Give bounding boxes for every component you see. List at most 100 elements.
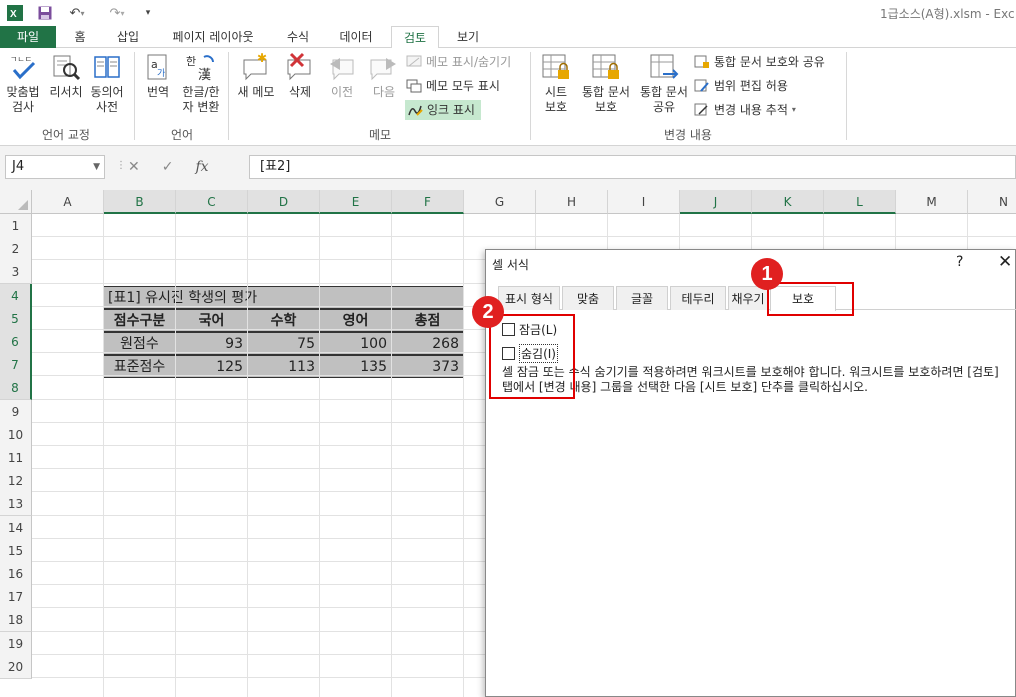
tab-view[interactable]: 보기 [448, 26, 488, 48]
column-header-f[interactable]: F [392, 190, 464, 214]
protect-and-share-button[interactable]: 통합 문서 보호와 공유 [694, 52, 825, 72]
allow-edit-ranges-button[interactable]: 범위 편집 허용 [694, 76, 788, 96]
enter-icon[interactable]: ✓ [162, 159, 174, 175]
tab-home[interactable]: 홈 [66, 26, 94, 48]
translate-button[interactable]: a가 번역 [140, 52, 176, 100]
svg-text:✱: ✱ [257, 52, 267, 65]
row-header-20[interactable]: 20 [0, 654, 32, 679]
row-header-4[interactable]: 4 [0, 283, 32, 308]
name-box[interactable]: J4 ▼ [5, 155, 105, 179]
row-header-18[interactable]: 18 [0, 608, 32, 633]
row-header-2[interactable]: 2 [0, 237, 32, 262]
close-icon[interactable]: ✕ [998, 252, 1012, 272]
tab-number[interactable]: 표시 형식 [498, 286, 560, 310]
group-label-proofing: 언어 교정 [42, 128, 90, 142]
show-all-comments-button[interactable]: 메모 모두 표시 [406, 76, 500, 96]
chevron-down-icon[interactable]: ▼ [93, 156, 100, 178]
title-bar: X ↶ ▾ ↷ ▾ ▾ 1급소스(A형).xlsm - Exc [0, 0, 1016, 26]
row-header-11[interactable]: 11 [0, 446, 32, 470]
column-header-c[interactable]: C [176, 190, 248, 214]
show-all-comments-icon [406, 79, 422, 93]
column-header-h[interactable]: H [536, 190, 608, 214]
group-label-language: 언어 [170, 128, 194, 142]
column-header-m[interactable]: M [896, 190, 968, 214]
protect-sheet-button[interactable]: 시트 보호 [536, 52, 576, 115]
spelling-button[interactable]: ㄱㄴㄷ 맞춤법 검사 [2, 52, 44, 115]
customize-qat-icon[interactable]: ▾ [142, 4, 154, 22]
new-comment-icon: ✱ [243, 52, 267, 81]
excel-logo-icon: X [6, 4, 24, 22]
share-workbook-button[interactable]: 통합 문서 공유 [636, 52, 692, 115]
protect-workbook-button[interactable]: 통합 문서 보호 [578, 52, 634, 115]
row-header-19[interactable]: 19 [0, 631, 32, 656]
row-header-3[interactable]: 3 [0, 260, 32, 285]
row-header-9[interactable]: 9 [0, 399, 32, 424]
cancel-icon[interactable]: ✕ [128, 159, 140, 175]
save-icon[interactable] [36, 4, 54, 22]
tab-data[interactable]: 데이터 [330, 26, 382, 48]
column-header-k[interactable]: K [752, 190, 824, 214]
gridline-vertical [463, 214, 464, 697]
formula-bar: J4 ▼ ⋮ ✕ ✓ fx [표2] [0, 146, 1016, 190]
next-comment-button[interactable]: 다음 [366, 52, 402, 100]
row-header-10[interactable]: 10 [0, 422, 32, 447]
tab-alignment[interactable]: 맞춤 [562, 286, 614, 310]
undo-icon[interactable]: ↶ ▾ [64, 4, 90, 22]
show-hide-comment-button[interactable]: 메모 표시/숨기기 [406, 52, 511, 72]
protection-note: 셀 잠금 또는 수식 숨기기를 적용하려면 워크시트를 보호해야 합니다. 워크… [502, 365, 999, 394]
hangul-hanja-button[interactable]: 한漢 한글/한 자 변환 [178, 52, 224, 115]
tab-insert[interactable]: 삽입 [108, 26, 148, 48]
row-header-6[interactable]: 6 [0, 330, 32, 354]
select-all-corner[interactable] [0, 190, 32, 214]
row-header-14[interactable]: 14 [0, 515, 32, 540]
previous-comment-button[interactable]: 이전 [324, 52, 360, 100]
column-header-a[interactable]: A [32, 190, 104, 214]
column-header-d[interactable]: D [248, 190, 320, 214]
gridline-vertical [103, 214, 104, 697]
column-header-j[interactable]: J [680, 190, 752, 214]
show-ink-button[interactable]: 잉크 표시 [405, 100, 481, 120]
row-header-17[interactable]: 17 [0, 585, 32, 610]
row-header-7[interactable]: 7 [0, 353, 32, 378]
row-header-1[interactable]: 1 [0, 214, 32, 238]
ink-icon [408, 105, 423, 116]
dialog-title: 셀 서식 [492, 258, 529, 272]
tab-border[interactable]: 테두리 [670, 286, 726, 310]
svg-text:한: 한 [186, 55, 196, 68]
group-label-comments: 메모 [368, 128, 392, 142]
column-header-n[interactable]: N [968, 190, 1016, 214]
row-header-8[interactable]: 8 [0, 376, 32, 401]
group-separator [134, 52, 135, 140]
delete-comment-button[interactable]: 삭제 [282, 52, 318, 100]
row-header-5[interactable]: 5 [0, 306, 32, 331]
row-header-16[interactable]: 16 [0, 562, 32, 586]
column-header-l[interactable]: L [824, 190, 896, 214]
research-button[interactable]: 리서치 [46, 52, 86, 100]
tab-formulas[interactable]: 수식 [278, 26, 318, 48]
group-separator [530, 52, 531, 140]
formula-input[interactable]: [표2] [249, 155, 1016, 179]
help-icon[interactable]: ? [956, 254, 963, 270]
thesaurus-button[interactable]: 동의어 사전 [86, 52, 128, 115]
row-header-13[interactable]: 13 [0, 492, 32, 517]
column-header-b[interactable]: B [104, 190, 176, 214]
tab-review[interactable]: 검토 [391, 26, 439, 49]
new-comment-button[interactable]: ✱ 새 메모 [234, 52, 278, 100]
row-header-12[interactable]: 12 [0, 469, 32, 494]
callout-badge-2: 2 [472, 296, 504, 328]
ribbon-tabs: 파일 홈 삽입 페이지 레이아웃 수식 데이터 검토 보기 [0, 26, 1016, 49]
formula-buttons: ✕ ✓ fx [120, 155, 245, 179]
tab-font[interactable]: 글꼴 [616, 286, 668, 310]
track-changes-button[interactable]: 변경 내용 추적 ▾ [694, 100, 796, 120]
tab-page-layout[interactable]: 페이지 레이아웃 [160, 26, 266, 48]
column-header-e[interactable]: E [320, 190, 392, 214]
tab-fill[interactable]: 채우기 [728, 286, 768, 310]
column-header-i[interactable]: I [608, 190, 680, 214]
row-header-15[interactable]: 15 [0, 538, 32, 563]
spelling-check-icon: ㄱㄴㄷ [10, 55, 36, 80]
group-separator [846, 52, 847, 140]
redo-icon[interactable]: ↷ ▾ [104, 4, 130, 22]
tab-file[interactable]: 파일 [0, 26, 56, 48]
column-header-g[interactable]: G [464, 190, 536, 214]
insert-function-icon[interactable]: fx [195, 159, 208, 175]
